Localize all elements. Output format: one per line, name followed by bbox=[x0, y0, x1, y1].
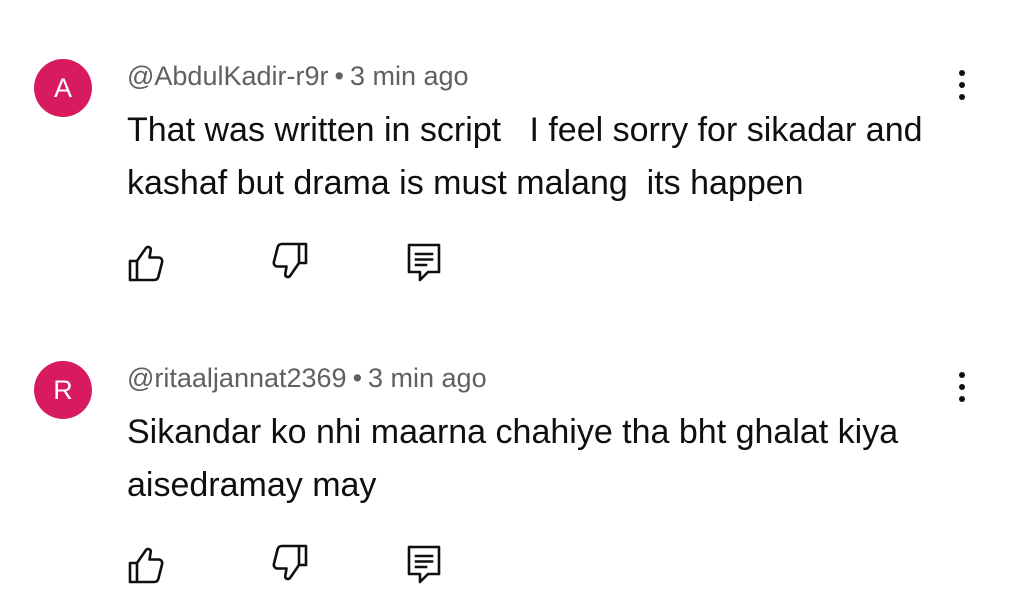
like-button[interactable] bbox=[121, 540, 169, 588]
comment: A @AbdulKadir-r9r • 3 min ago That was wri… bbox=[0, 0, 1024, 300]
comment-author-handle[interactable]: @ritaaljannat2369 bbox=[127, 363, 347, 393]
thumbs-down-icon bbox=[272, 242, 308, 279]
comment: R @ritaaljannat2369 • 3 min ago Sikandar k… bbox=[0, 302, 1024, 602]
thumbs-up-icon bbox=[128, 245, 164, 282]
reply-button[interactable] bbox=[400, 540, 448, 588]
meta-separator: • bbox=[334, 61, 344, 91]
dislike-button[interactable] bbox=[267, 238, 315, 286]
more-vert-icon[interactable] bbox=[946, 364, 978, 412]
comment-timestamp: 3 min ago bbox=[368, 363, 487, 393]
comment-meta: @ritaaljannat2369 • 3 min ago bbox=[127, 360, 487, 396]
thumbs-up-icon bbox=[128, 547, 164, 584]
comment-text: Sikandar ko nhi maarna chahiye tha bht g… bbox=[127, 413, 908, 504]
comment-timestamp: 3 min ago bbox=[349, 61, 469, 91]
avatar[interactable]: A bbox=[34, 59, 92, 117]
reply-button[interactable] bbox=[400, 238, 448, 286]
thumbs-down-icon bbox=[272, 544, 308, 581]
comment-text: That was written in script I feel sorry … bbox=[127, 111, 932, 202]
reply-icon bbox=[407, 243, 441, 282]
more-vert-icon[interactable] bbox=[946, 62, 978, 110]
meta-separator: • bbox=[352, 363, 363, 393]
comment-author-handle[interactable]: @AbdulKadir-r9r bbox=[127, 61, 329, 91]
avatar[interactable]: R bbox=[34, 361, 92, 419]
dislike-button[interactable] bbox=[267, 540, 315, 588]
reply-icon bbox=[407, 545, 441, 584]
comment-meta: @AbdulKadir-r9r • 3 min ago bbox=[127, 58, 469, 94]
like-button[interactable] bbox=[121, 238, 169, 286]
